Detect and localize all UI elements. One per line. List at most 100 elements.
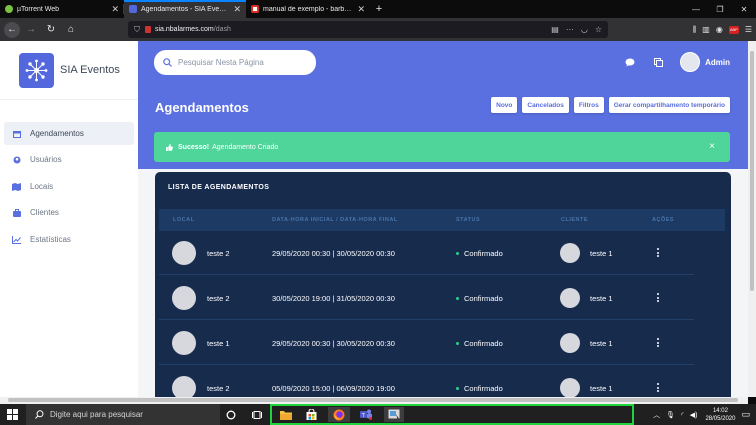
column-header: CLIENTE: [561, 217, 589, 223]
datetime-range: 29/05/2020 00:30 | 30/05/2020 00:30: [272, 339, 395, 348]
status-text: Confirmado: [464, 249, 503, 258]
reader-view-icon[interactable]: ▤: [551, 25, 559, 34]
store-icon[interactable]: [304, 407, 319, 422]
status-dot: [456, 297, 459, 300]
adblock-icon[interactable]: ABP: [728, 25, 739, 34]
snipping-tool-icon[interactable]: [384, 407, 404, 422]
client-avatar: [560, 378, 580, 397]
clock[interactable]: 14:02 28/05/2020: [705, 407, 735, 423]
cortana-icon[interactable]: [223, 407, 238, 422]
close-window-icon[interactable]: ✕: [732, 0, 756, 18]
page-actions-icon[interactable]: ···: [566, 25, 574, 34]
datetime-range: 29/05/2020 00:30 | 30/05/2020 00:30: [272, 249, 395, 258]
table-row[interactable]: teste 1 29/05/2020 00:30 | 30/05/2020 00…: [159, 321, 725, 365]
utorrent-icon: [5, 5, 13, 13]
local-name: teste 2: [207, 384, 230, 393]
brand[interactable]: SIA Eventos: [0, 41, 138, 100]
reload-button[interactable]: ↻: [42, 21, 60, 39]
library-icon[interactable]: ⫼: [693, 25, 697, 35]
shield-icon[interactable]: ⛉: [134, 25, 140, 35]
sidebar-item-label: Usuários: [30, 155, 62, 164]
microphone-icon[interactable]: 🎙: [666, 411, 675, 419]
tab-manual[interactable]: manual de exemplo - barbosa ✕: [246, 0, 370, 18]
forward-button[interactable]: →: [22, 21, 40, 39]
column-header: LOCAL: [173, 217, 195, 223]
more-actions-icon[interactable]: [657, 338, 661, 347]
close-icon[interactable]: ✕: [233, 4, 241, 15]
search-placeholder: Pesquisar Nesta Página: [178, 58, 264, 67]
table-row[interactable]: teste 2 29/05/2020 00:30 | 30/05/2020 00…: [159, 231, 725, 275]
tab-label: Agendamentos - SIA Eventos: [141, 5, 230, 13]
table-row[interactable]: teste 2 05/09/2020 15:00 | 06/09/2020 19…: [159, 366, 725, 397]
brand-logo: [19, 52, 54, 88]
sidebar-item-agendamentos[interactable]: Agendamentos: [4, 122, 134, 145]
sidebar-item-clientes[interactable]: Clientes: [4, 201, 134, 224]
minimize-icon[interactable]: —: [684, 0, 708, 18]
firefox-icon[interactable]: [328, 407, 350, 422]
more-actions-icon[interactable]: [657, 383, 661, 392]
close-icon[interactable]: ×: [709, 141, 715, 152]
copy-icon[interactable]: [648, 52, 668, 72]
local-avatar: [172, 376, 196, 397]
lock-icon[interactable]: [145, 26, 151, 33]
close-icon[interactable]: ✕: [111, 4, 119, 15]
horizontal-scrollbar[interactable]: [0, 397, 748, 404]
windows-start-icon[interactable]: [7, 409, 18, 420]
column-header: AÇÕES: [652, 217, 675, 223]
url-bar[interactable]: ⛉ sia.nbalarmes.com/dash ▤ ··· ◡ ☆: [128, 21, 608, 38]
search-input[interactable]: Pesquisar Nesta Página: [154, 50, 316, 75]
tab-agendamentos[interactable]: Agendamentos - SIA Eventos ✕: [124, 0, 246, 18]
task-view-icon[interactable]: [249, 407, 264, 422]
tab-label: µTorrent Web: [17, 5, 60, 13]
vertical-scrollbar[interactable]: [748, 41, 756, 397]
sidebar-item-estatisticas[interactable]: Estatísticas: [4, 228, 134, 251]
volume-icon[interactable]: ◀): [690, 411, 698, 419]
sidebar-item-label: Estatísticas: [30, 235, 71, 244]
menu-icon[interactable]: ☰: [745, 25, 752, 34]
cancelados-button[interactable]: Cancelados: [522, 97, 569, 113]
more-actions-icon[interactable]: [657, 293, 661, 302]
sidebar-icon[interactable]: ▥: [702, 25, 710, 34]
new-tab-button[interactable]: +: [370, 0, 388, 18]
file-explorer-icon[interactable]: [278, 407, 293, 422]
sidebar-item-locais[interactable]: Locais: [4, 175, 134, 198]
teams-icon[interactable]: T: [358, 407, 373, 422]
client-avatar: [560, 243, 580, 263]
account-icon[interactable]: ◉: [716, 25, 723, 34]
table-row[interactable]: teste 2 30/05/2020 19:00 | 31/05/2020 00…: [159, 276, 725, 320]
user-name[interactable]: Admin: [705, 58, 730, 67]
more-actions-icon[interactable]: [657, 248, 661, 257]
taskbar-search-input[interactable]: Digite aqui para pesquisar: [26, 404, 220, 425]
tab-utorrent[interactable]: µTorrent Web ✕: [0, 0, 124, 18]
novo-button[interactable]: Novo: [491, 97, 518, 113]
tab-strip: µTorrent Web ✕ Agendamentos - SIA Evento…: [0, 0, 756, 18]
url-text: sia.nbalarmes.com/dash: [155, 26, 231, 33]
local-name: teste 2: [207, 294, 230, 303]
column-header: DATA-HORA INICIAL / DATA-HORA FINAL: [272, 217, 398, 223]
back-button[interactable]: ←: [4, 21, 20, 38]
pocket-icon[interactable]: ◡: [581, 25, 588, 34]
filtros-button[interactable]: Filtros: [573, 97, 604, 113]
table-header: LOCAL DATA-HORA INICIAL / DATA-HORA FINA…: [159, 209, 725, 231]
alert-message: Agendamento Criado: [212, 143, 279, 151]
client-avatar: [560, 288, 580, 308]
bookmark-star-icon[interactable]: ☆: [595, 25, 602, 34]
restore-icon[interactable]: ❐: [708, 0, 732, 18]
search-icon: [163, 58, 172, 67]
page-actions: Novo Cancelados Filtros Gerar compartilh…: [491, 97, 730, 113]
avatar[interactable]: [680, 52, 701, 72]
client-name: teste 1: [590, 249, 613, 258]
calendar-icon: [12, 129, 21, 138]
thumbs-up-icon: [166, 143, 173, 151]
close-icon[interactable]: ✕: [357, 4, 365, 15]
chat-icon[interactable]: [620, 52, 640, 72]
chevron-up-icon[interactable]: ︿: [653, 410, 660, 420]
toolbar-right: ⫼ ▥ ◉ ABP ☰: [693, 18, 752, 41]
taskbar-search-placeholder: Digite aqui para pesquisar: [50, 410, 143, 419]
share-temporary-button[interactable]: Gerar compartilhamento temporário: [608, 97, 730, 113]
home-button[interactable]: ⌂: [62, 21, 80, 39]
sidebar-item-usuarios[interactable]: Usuários: [4, 148, 134, 171]
taskbar: Digite aqui para pesquisar T ︿ 🎙 ◜ ◀) 14…: [0, 404, 756, 425]
notifications-icon[interactable]: ▭: [741, 409, 750, 420]
network-icon[interactable]: ◜: [681, 411, 684, 419]
